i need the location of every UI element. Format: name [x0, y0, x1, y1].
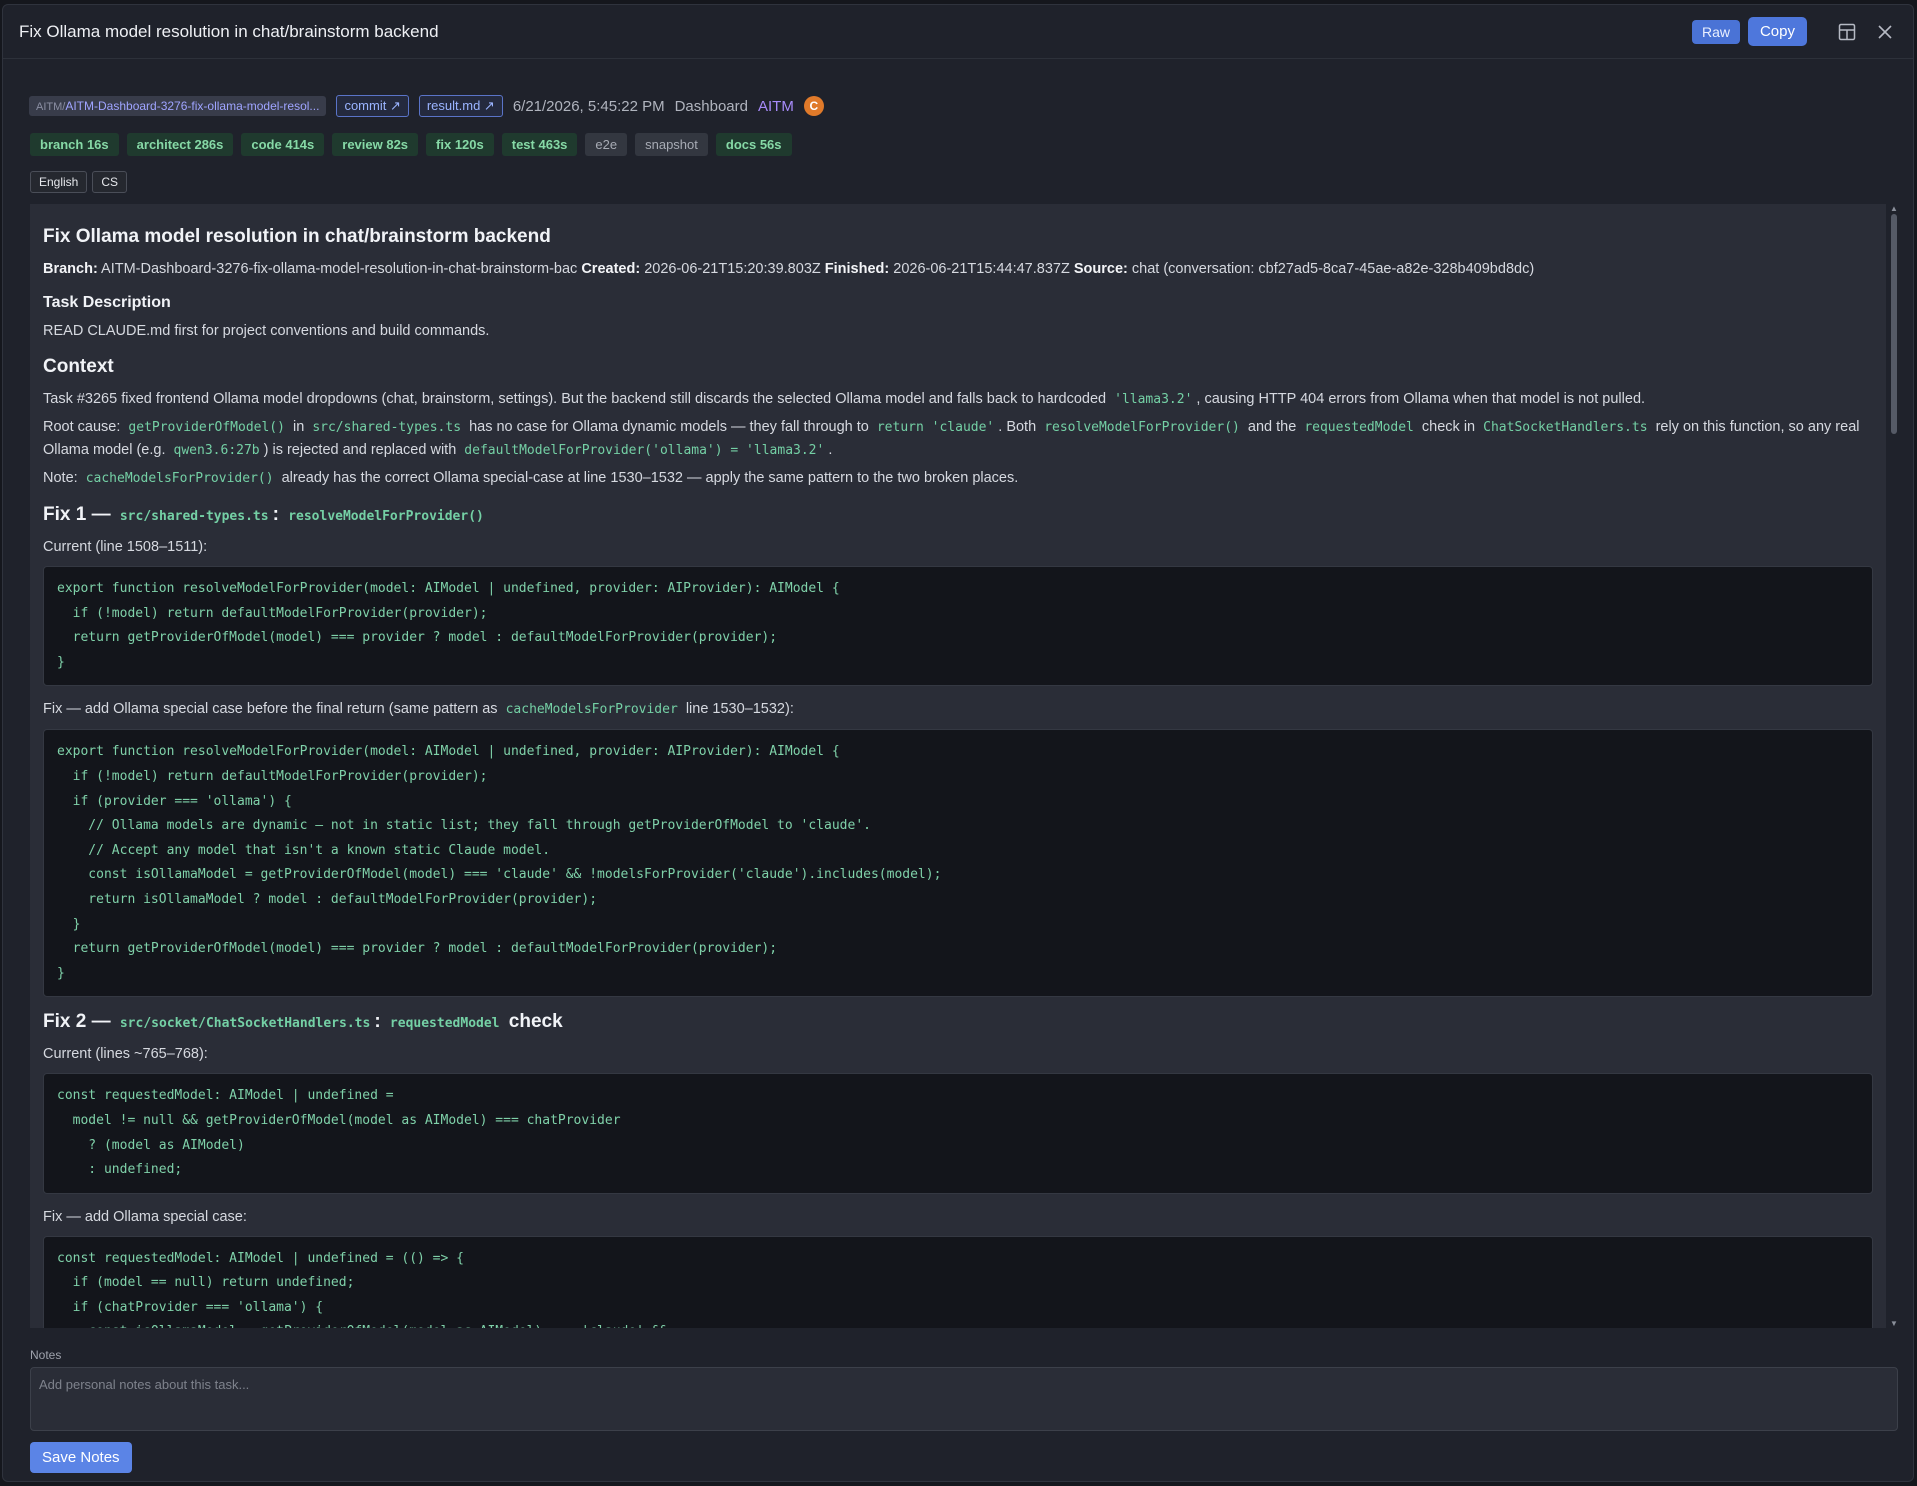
fix2-fix-label: Fix — add Ollama special case:: [43, 1208, 247, 1225]
stage-badge: docs 56s: [715, 133, 792, 156]
commit-link[interactable]: commit ↗: [336, 95, 409, 117]
branch-prefix: AITM/: [36, 101, 66, 113]
stage-badge: test 463s: [501, 133, 578, 156]
scroll-thumb[interactable]: [1891, 214, 1897, 434]
close-icon[interactable]: [1871, 18, 1899, 46]
meta-row: AITM/AITM-Dashboard-3276-fix-ollama-mode…: [29, 95, 824, 117]
avatar: C: [803, 96, 824, 116]
result-link[interactable]: result.md ↗: [418, 95, 503, 117]
fix2-fixed-code: const requestedModel: AIModel | undefine…: [43, 1235, 1873, 1328]
layout-toggle-icon[interactable]: [1833, 18, 1861, 46]
modal-header: Fix Ollama model resolution in chat/brai…: [3, 5, 1913, 59]
result-document[interactable]: Fix Ollama model resolution in chat/brai…: [30, 204, 1886, 1328]
copy-button[interactable]: Copy: [1747, 17, 1807, 46]
finished-date: 6/21/2026, 5:45:22 PM: [512, 97, 665, 115]
stage-badge: architect 286s: [126, 133, 234, 156]
doc-title: Fix Ollama model resolution in chat/brai…: [43, 226, 551, 247]
stage-badge: snapshot: [635, 133, 708, 156]
dashboard-label: Dashboard: [674, 97, 748, 115]
language-tab[interactable]: CS: [92, 171, 128, 193]
context-paragraph: Task #3265 fixed frontend Ollama model d…: [43, 391, 1646, 407]
stage-badge: fix 120s: [426, 133, 494, 156]
branch-name: AITM-Dashboard-3276-fix-ollama-model-res…: [65, 99, 320, 113]
scroll-up-icon[interactable]: ▲: [1890, 204, 1898, 213]
task-modal: Fix Ollama model resolution in chat/brai…: [2, 4, 1914, 1482]
stage-badge: e2e: [585, 133, 628, 156]
stage-badges: branch 16s architect 286s code 414s review …: [30, 133, 792, 156]
fix1-fix-label: Fix — add Ollama special case before the…: [43, 701, 794, 718]
project-label: AITM: [757, 97, 794, 115]
fix2-current-label: Current (lines ~765–768):: [43, 1046, 208, 1063]
note-paragraph: Note: cacheModelsForProvider() already h…: [43, 470, 1019, 486]
modal-title: Fix Ollama model resolution in chat/brai…: [19, 21, 439, 41]
stage-badge: code 414s: [241, 133, 325, 156]
task-heading: Task Description: [43, 294, 171, 311]
fix1-current-label: Current (line 1508–1511):: [43, 539, 208, 555]
notes-input[interactable]: [30, 1367, 1898, 1431]
stage-badge: review 82s: [332, 133, 419, 156]
doc-scrollbar[interactable]: ▲ ▼: [1889, 204, 1899, 1328]
fix1-fixed-code: export function resolveModelForProvider(…: [43, 729, 1873, 998]
context-heading: Context: [43, 356, 114, 377]
task-text: READ CLAUDE.md first for project convent…: [43, 323, 490, 339]
stage-badge: branch 16s: [30, 133, 119, 156]
branch-pill[interactable]: AITM/AITM-Dashboard-3276-fix-ollama-mode…: [29, 96, 327, 116]
scroll-down-icon[interactable]: ▼: [1890, 1319, 1898, 1328]
root-cause-paragraph: Root cause: getProviderOfModel() in src/…: [43, 419, 1860, 458]
fix2-current-code: const requestedModel: AIModel | undefine…: [43, 1073, 1873, 1194]
language-tabs: English CS: [30, 171, 128, 193]
doc-meta-line: Branch: AITM-Dashboard-3276-fix-ollama-m…: [43, 261, 1535, 277]
save-notes-button[interactable]: Save Notes: [30, 1442, 132, 1473]
language-tab[interactable]: English: [30, 171, 88, 193]
fix2-heading: Fix 2 — src/socket/ChatSocketHandlers.ts…: [43, 1011, 563, 1033]
fix1-heading: Fix 1 — src/shared-types.ts: resolveMode…: [43, 504, 484, 525]
fix1-current-code: export function resolveModelForProvider(…: [43, 566, 1873, 687]
raw-button[interactable]: Raw: [1691, 19, 1740, 44]
notes-label: Notes: [30, 1348, 62, 1362]
